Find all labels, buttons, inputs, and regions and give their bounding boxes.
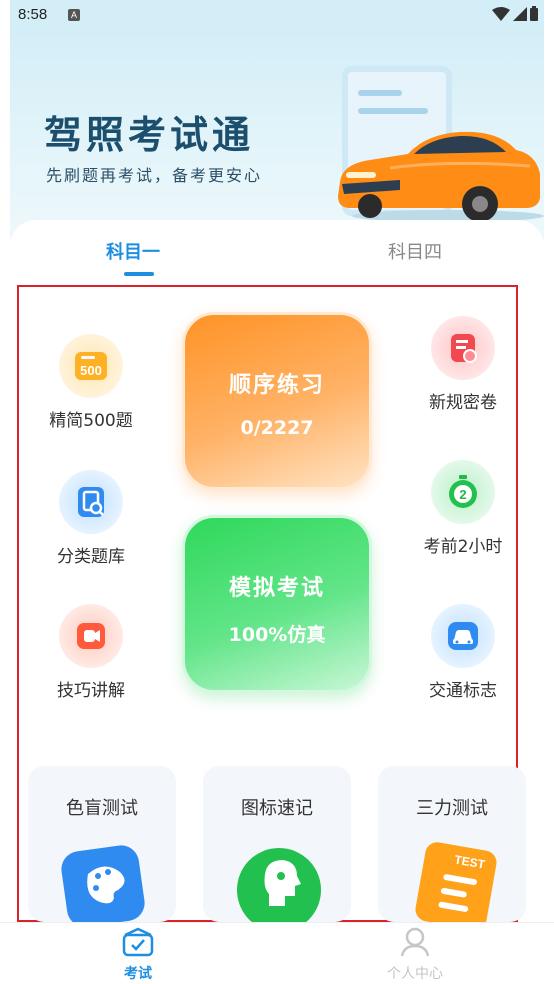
new-rules-paper-label: 新规密卷 — [429, 393, 497, 413]
status-bar: 8:58 A — [10, 0, 544, 32]
category-bank-button[interactable]: 分类题库 — [26, 470, 156, 567]
battery-icon — [530, 6, 538, 21]
timer-badge-text: 2 — [459, 487, 466, 502]
icon-memory-label: 图标速记 — [241, 798, 313, 819]
tabbar-personal-center-label: 个人中心 — [387, 966, 443, 982]
test-notebook-icon: TEST — [415, 842, 497, 922]
app-title: 驾照考试通 — [44, 113, 255, 157]
simplified-500-label: 精简500题 — [49, 411, 133, 431]
sequential-practice-card[interactable]: 顺序练习 0/2227 — [182, 312, 372, 490]
status-time: 8:58 — [18, 6, 48, 23]
cell-signal-icon — [513, 6, 527, 21]
500-badge-text: 500 — [80, 363, 102, 378]
bottom-tab-bar: 考试 个人中心 — [0, 922, 554, 984]
palette-icon — [61, 845, 145, 922]
wifi-icon — [492, 6, 510, 21]
simplified-500-button[interactable]: 500 精简500题 — [26, 334, 156, 431]
hero-banner: 驾照考试通 先刷题再考试，备考更安心 — [10, 32, 544, 242]
subject-tabs: 科目一 科目四 — [10, 220, 544, 290]
mock-exam-title: 模拟考试 — [228, 576, 325, 601]
icon-memory-card[interactable]: 图标速记 — [203, 766, 351, 922]
category-bank-label: 分类题库 — [57, 547, 125, 567]
three-abilities-test-card[interactable]: 三力测试 TEST — [378, 766, 526, 922]
traffic-sign-car-icon — [431, 604, 495, 668]
sequential-practice-title: 顺序练习 — [228, 373, 325, 398]
tab-subject-one[interactable]: 科目一 — [106, 238, 160, 264]
two-hours-before-button[interactable]: 2 考前2小时 — [398, 460, 528, 557]
tabbar-exam-label: 考试 — [124, 966, 152, 982]
exam-check-icon — [122, 927, 154, 957]
tips-video-label: 技巧讲解 — [57, 681, 125, 701]
traffic-signs-label: 交通标志 — [429, 681, 497, 701]
notification-a-icon: A — [68, 9, 80, 21]
status-icons — [492, 6, 538, 21]
car-illustration — [338, 131, 544, 222]
tabbar-personal-center[interactable]: 个人中心 — [365, 927, 465, 983]
traffic-signs-button[interactable]: 交通标志 — [398, 604, 528, 701]
category-bank-icon — [59, 470, 123, 534]
sequential-practice-progress: 0/2227 — [240, 417, 314, 439]
tips-video-button[interactable]: 技巧讲解 — [26, 604, 156, 701]
new-rules-paper-button[interactable]: 新规密卷 — [398, 316, 528, 413]
mock-exam-card[interactable]: 模拟考试 100%仿真 — [182, 515, 372, 693]
three-abilities-test-label: 三力测试 — [416, 798, 488, 819]
color-blind-test-label: 色盲测试 — [66, 798, 138, 819]
tab-subject-four[interactable]: 科目四 — [388, 238, 442, 264]
active-tab-indicator — [124, 272, 154, 276]
color-blind-test-card[interactable]: 色盲测试 — [28, 766, 176, 922]
500-questions-icon: 500 — [59, 334, 123, 398]
timer-icon: 2 — [431, 460, 495, 524]
two-hours-before-label: 考前2小时 — [423, 537, 503, 557]
tabbar-exam[interactable]: 考试 — [88, 927, 188, 983]
video-tips-icon — [59, 604, 123, 668]
secret-paper-icon — [431, 316, 495, 380]
user-icon — [400, 927, 430, 957]
app-subtitle: 先刷题再考试，备考更安心 — [46, 166, 263, 185]
mock-exam-subtitle: 100%仿真 — [228, 624, 326, 646]
head-profile-icon — [237, 848, 321, 922]
